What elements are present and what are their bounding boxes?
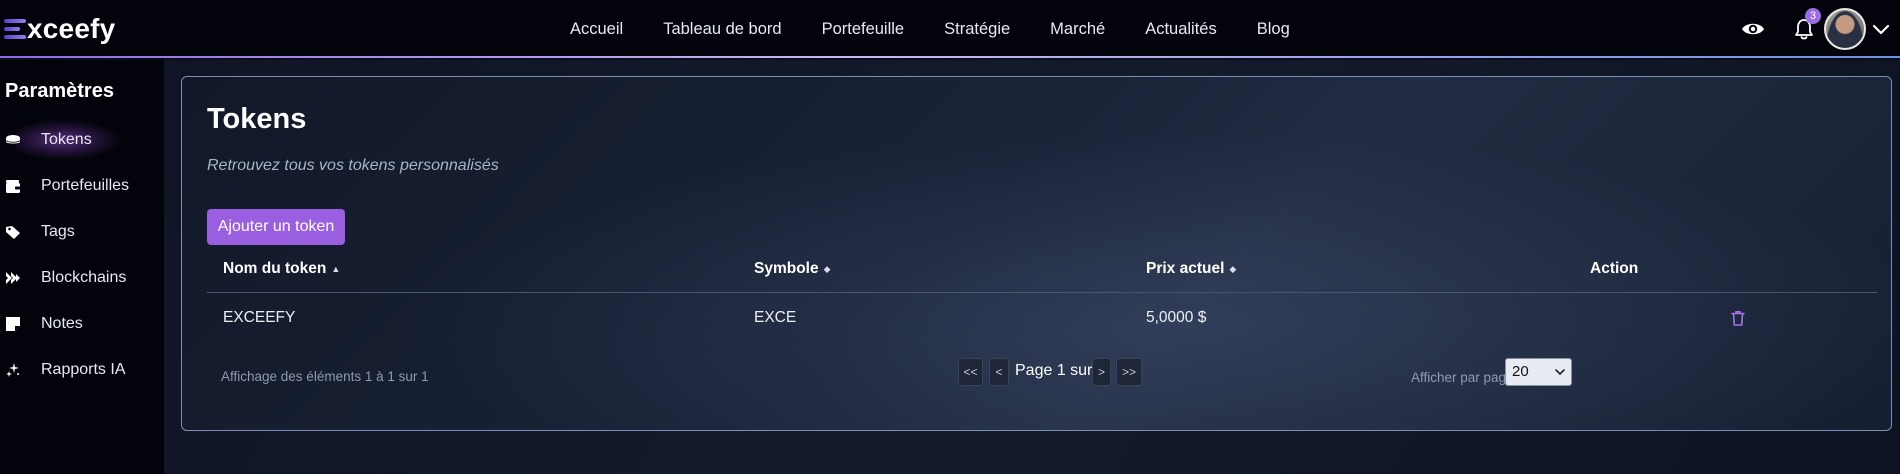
nav-link-portefeuille[interactable]: Portefeuille <box>802 20 925 39</box>
sparkles-icon <box>6 363 19 377</box>
per-page-select[interactable]: 20 <box>1505 358 1572 386</box>
blockchain-icon <box>6 272 20 284</box>
last-page-button[interactable]: >> <box>1116 358 1142 386</box>
top-navigation-bar: xceefy Accueil Tableau de bord Portefeui… <box>0 0 1900 58</box>
page-subtitle: Retrouvez tous vos tokens personnalisés <box>207 157 499 174</box>
sidebar-item-notes[interactable]: Notes <box>0 304 164 344</box>
sort-asc-icon: ▲ <box>331 264 341 274</box>
logo-text: xceefy <box>27 13 116 44</box>
column-header-symbol[interactable]: Symbole ◆ <box>754 245 831 293</box>
wallet-icon <box>6 180 20 193</box>
logo-e-mark-icon <box>4 17 26 41</box>
column-label: Prix actuel <box>1146 260 1225 277</box>
sidebar-item-label: Tokens <box>41 131 92 148</box>
column-label: Symbole <box>754 260 819 277</box>
column-label: Action <box>1590 260 1639 277</box>
table-row: EXCEEFY EXCE 5,0000 $ <box>207 293 1877 343</box>
sidebar-item-blockchains[interactable]: Blockchains <box>0 258 164 298</box>
settings-sidebar: Paramètres Tokens Portefeuilles Tags Blo… <box>0 60 164 474</box>
user-avatar[interactable] <box>1824 8 1866 50</box>
sidebar-item-tags[interactable]: Tags <box>0 212 164 252</box>
notification-count-badge: 3 <box>1805 8 1821 24</box>
nav-link-actualites[interactable]: Actualités <box>1125 20 1237 39</box>
sidebar-item-label: Notes <box>41 315 83 332</box>
sidebar-item-portefeuilles[interactable]: Portefeuilles <box>0 166 164 206</box>
main-content: Tokens Retrouvez tous vos tokens personn… <box>164 60 1900 474</box>
sidebar-item-tokens[interactable]: Tokens <box>0 120 164 160</box>
main-nav: Accueil Tableau de bord Portefeuille Str… <box>550 0 1310 58</box>
note-icon <box>6 317 20 331</box>
nav-link-tableau-de-bord[interactable]: Tableau de bord <box>643 20 801 39</box>
column-header-token-name[interactable]: Nom du token ▲ <box>223 245 340 293</box>
first-page-button[interactable]: << <box>958 358 983 386</box>
eye-icon[interactable] <box>1741 19 1765 39</box>
add-token-button[interactable]: Ajouter un token <box>207 209 345 245</box>
trash-icon[interactable] <box>1730 310 1746 327</box>
sidebar-item-label: Rapports IA <box>41 361 126 378</box>
brand-logo[interactable]: xceefy <box>4 12 115 46</box>
cell-price: 5,0000 $ <box>1146 309 1207 326</box>
cell-symbol: EXCE <box>754 309 797 326</box>
tokens-card: Tokens Retrouvez tous vos tokens personn… <box>181 76 1892 431</box>
nav-link-accueil[interactable]: Accueil <box>550 20 643 39</box>
sidebar-item-label: Tags <box>41 223 75 240</box>
column-header-price[interactable]: Prix actuel ◆ <box>1146 245 1236 293</box>
prev-page-button[interactable]: < <box>989 358 1009 386</box>
per-page-label: Afficher par page <box>1411 370 1514 385</box>
tags-icon <box>6 226 20 239</box>
nav-link-strategie[interactable]: Stratégie <box>924 20 1030 39</box>
chevron-down-icon <box>1555 369 1565 376</box>
column-label: Nom du token <box>223 260 327 277</box>
sort-icon: ◆ <box>1229 263 1237 274</box>
chevron-down-icon[interactable] <box>1872 22 1890 36</box>
page-title: Tokens <box>207 103 307 135</box>
sidebar-item-label: Portefeuilles <box>41 177 130 194</box>
coins-icon <box>5 135 21 144</box>
next-page-button[interactable]: > <box>1092 358 1111 386</box>
nav-link-blog[interactable]: Blog <box>1237 20 1310 39</box>
pagination-info: Affichage des éléments 1 à 1 sur 1 <box>221 369 429 384</box>
nav-link-marche[interactable]: Marché <box>1030 20 1125 39</box>
sort-icon: ◆ <box>823 263 831 274</box>
table-header: Nom du token ▲ Symbole ◆ Prix actuel ◆ A… <box>207 245 1877 293</box>
sidebar-item-label: Blockchains <box>41 269 127 286</box>
column-header-action: Action <box>1590 245 1638 293</box>
sidebar-item-rapports-ia[interactable]: Rapports IA <box>0 350 164 390</box>
cell-token-name: EXCEEFY <box>223 309 296 326</box>
per-page-value: 20 <box>1512 363 1529 380</box>
sidebar-title: Paramètres <box>5 80 114 102</box>
